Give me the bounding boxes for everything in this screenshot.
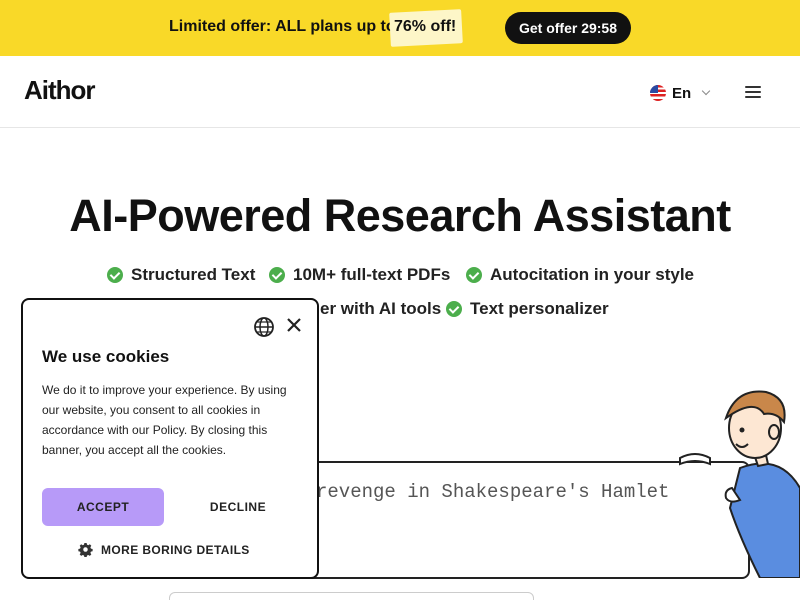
check-icon (269, 267, 285, 283)
accept-button[interactable]: ACCEPT (42, 488, 164, 526)
hamburger-menu-icon[interactable] (745, 86, 761, 98)
check-icon (466, 267, 482, 283)
get-offer-button[interactable]: Get offer 29:58 (505, 12, 631, 44)
chevron-down-icon (701, 86, 711, 96)
feature-item: Autocitation in your style (466, 265, 694, 285)
feature-item: 10M+ full-text PDFs (269, 265, 450, 285)
feature-label: Text personalizer (470, 299, 609, 318)
feature-label: Autocitation in your style (490, 265, 695, 284)
check-icon (107, 267, 123, 283)
topic-input-value[interactable]: revenge in Shakespeare's Hamlet (316, 481, 669, 503)
feature-item: Text personalizer (446, 299, 609, 319)
promo-text: Limited offer: ALL plans up to (169, 18, 396, 35)
feature-label: er with AI tools (320, 299, 442, 318)
check-icon (446, 301, 462, 317)
cookie-banner: We use cookies We do it to improve your … (21, 298, 319, 579)
more-details-link[interactable]: MORE BORING DETAILS (78, 542, 250, 557)
character-illustration (679, 390, 800, 578)
more-details-label: MORE BORING DETAILS (101, 542, 250, 557)
feature-label: 10M+ full-text PDFs (293, 265, 451, 284)
feature-label: Structured Text (131, 265, 256, 284)
secondary-input[interactable] (169, 592, 534, 600)
discount-badge: 76% off! (394, 18, 457, 35)
feature-item: er with AI tools (320, 299, 441, 319)
decline-button[interactable]: DECLINE (193, 488, 283, 526)
promo-bar: Limited offer: ALL plans up to 76% off! … (0, 0, 800, 56)
cookie-body: We do it to improve your experience. By … (42, 383, 287, 457)
feature-item: Structured Text (107, 265, 255, 285)
cookie-title: We use cookies (42, 347, 170, 366)
site-header: Aithor En (0, 56, 800, 128)
page-title: AI-Powered Research Assistant (69, 190, 731, 241)
logo[interactable]: Aithor (24, 75, 96, 106)
us-flag-icon (650, 85, 666, 101)
language-selector[interactable]: En (650, 83, 711, 103)
language-label: En (672, 84, 692, 102)
globe-icon[interactable] (253, 316, 275, 338)
gear-icon (78, 542, 93, 557)
close-icon[interactable] (285, 316, 303, 334)
